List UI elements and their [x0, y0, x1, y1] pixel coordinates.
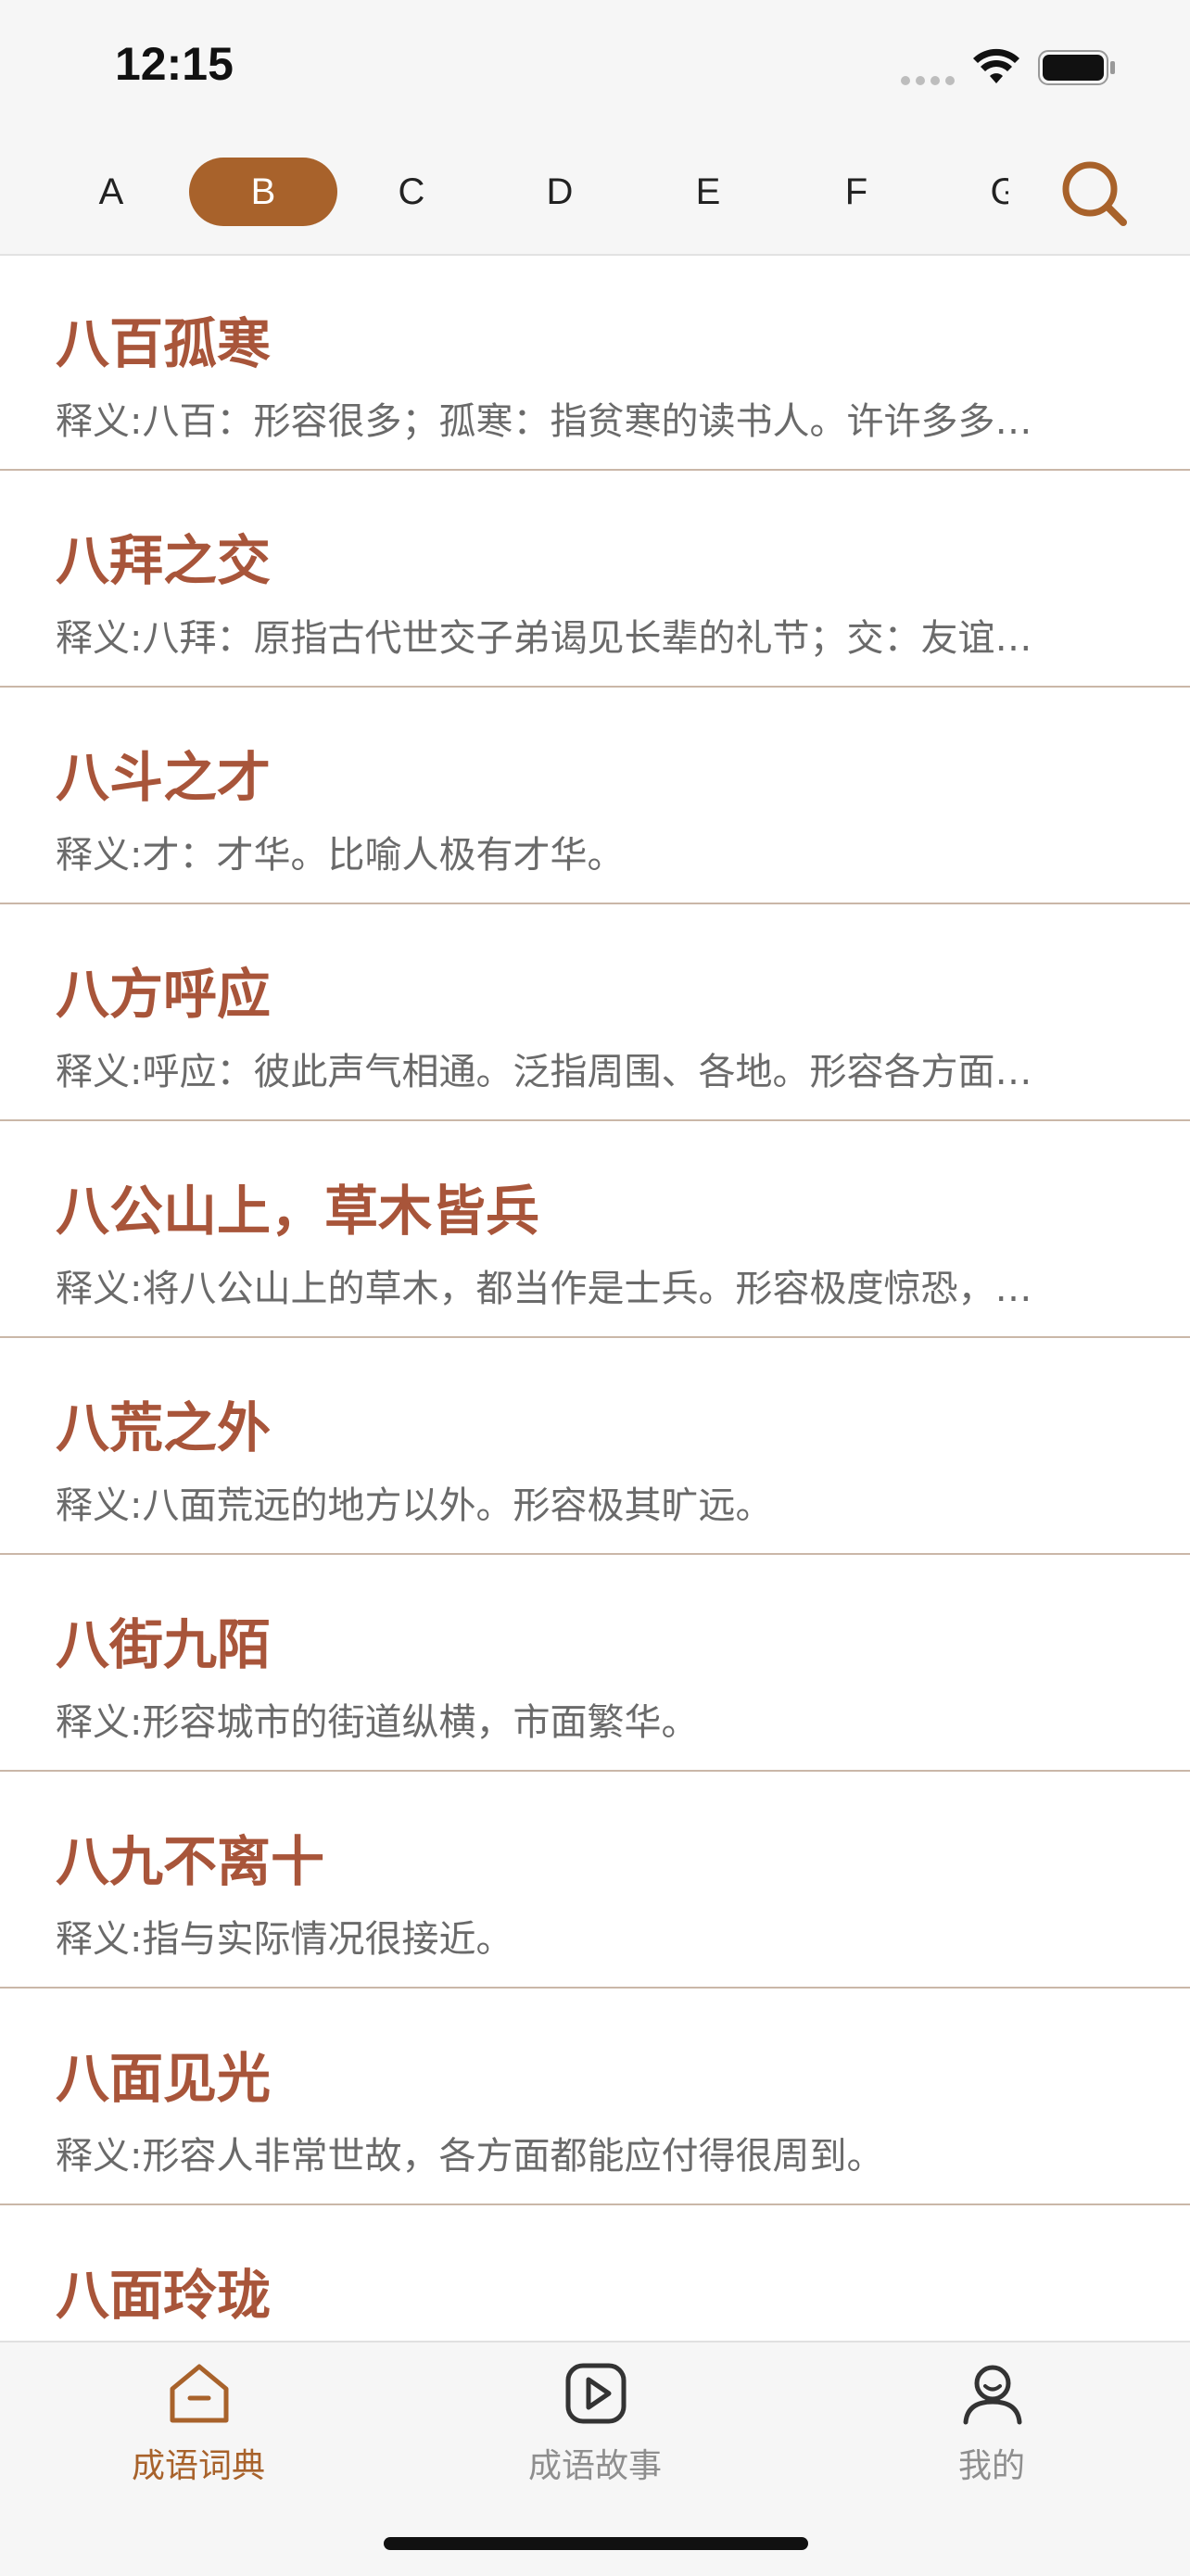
idiom-definition: 释义:将八公山上的草木，都当作是士兵。形容极度惊恐，… — [56, 1268, 1032, 1310]
idiom-title: 八面见光 — [56, 2047, 272, 2110]
alphabet-track: A B C D E F G — [37, 158, 1008, 226]
tab-mine[interactable]: 我的 — [793, 2342, 1190, 2491]
idiom-title: 八公山上，草木皆兵 — [56, 1180, 540, 1243]
idiom-title: 八面玲珑 — [56, 2264, 272, 2327]
idiom-definition: 释义:八百：形容很多；孤寒：指贫寒的读书人。许许多多… — [56, 400, 1032, 443]
idiom-definition: 释义:八面荒远的地方以外。形容极其旷远。 — [56, 1484, 773, 1527]
status-time: 12:15 — [115, 38, 234, 90]
home-icon — [170, 2364, 229, 2423]
battery-icon — [1038, 50, 1115, 85]
alpha-tab-f[interactable]: F — [782, 158, 930, 226]
idiom-definition: 释义:形容城市的街道纵横，市面繁华。 — [56, 1701, 699, 1744]
user-icon — [963, 2365, 1022, 2425]
list-item[interactable]: 八面玲珑 — [0, 2207, 1190, 2341]
alpha-tab-c[interactable]: C — [337, 158, 486, 226]
list-item[interactable]: 八斗之才 释义:才：才华。比喻人极有才华。 — [0, 689, 1190, 904]
list-item[interactable]: 八街九陌 释义:形容城市的街道纵横，市面繁华。 — [0, 1557, 1190, 1772]
tab-label: 成语故事 — [527, 2447, 662, 2485]
tab-label: 成语词典 — [131, 2447, 265, 2485]
list-item[interactable]: 八荒之外 释义:八面荒远的地方以外。形容极其旷远。 — [0, 1340, 1190, 1555]
play-icon — [565, 2363, 627, 2424]
list-item[interactable]: 八方呼应 释义:呼应：彼此声气相通。泛指周围、各地。形容各方面… — [0, 906, 1190, 1121]
list-item[interactable]: 八百孤寒 释义:八百：形容很多；孤寒：指贫寒的读书人。许许多多… — [0, 256, 1190, 471]
alpha-tab-g[interactable]: G — [930, 158, 1008, 226]
alphabet-bar: A B C D E F G — [0, 130, 1190, 256]
wifi-icon — [973, 48, 1019, 83]
idiom-title: 八九不离十 — [56, 1830, 325, 1893]
alpha-tab-e[interactable]: E — [634, 158, 782, 226]
idiom-definition: 释义:呼应：彼此声气相通。泛指周围、各地。形容各方面… — [56, 1051, 1032, 1093]
status-bar: 12:15 — [0, 0, 1190, 130]
idiom-title: 八方呼应 — [56, 963, 272, 1026]
tab-stories[interactable]: 成语故事 — [397, 2342, 793, 2491]
idiom-title: 八街九陌 — [56, 1613, 272, 1676]
idiom-title: 八拜之交 — [56, 529, 272, 592]
alpha-tab-b[interactable]: B — [189, 158, 337, 226]
tab-dictionary[interactable]: 成语词典 — [0, 2342, 397, 2491]
idiom-title: 八斗之才 — [56, 746, 272, 809]
idiom-title: 八荒之外 — [56, 1396, 272, 1459]
list-item[interactable]: 八拜之交 释义:八拜：原指古代世交子弟谒见长辈的礼节；交：友谊… — [0, 473, 1190, 688]
idiom-title: 八百孤寒 — [56, 312, 272, 375]
list-item[interactable]: 八九不离十 释义:指与实际情况很接近。 — [0, 1774, 1190, 1989]
idiom-definition: 释义:指与实际情况很接近。 — [56, 1918, 513, 1961]
signal-icon — [901, 76, 955, 85]
search-icon[interactable] — [1057, 156, 1131, 230]
alpha-tab-d[interactable]: D — [486, 158, 634, 226]
alpha-tab-a[interactable]: A — [37, 158, 185, 226]
list-item[interactable]: 八面见光 释义:形容人非常世故，各方面都能应付得很周到。 — [0, 1990, 1190, 2205]
list-item[interactable]: 八公山上，草木皆兵 释义:将八公山上的草木，都当作是士兵。形容极度惊恐，… — [0, 1123, 1190, 1338]
idiom-definition: 释义:形容人非常世故，各方面都能应付得很周到。 — [56, 2135, 884, 2178]
home-indicator[interactable] — [384, 2537, 808, 2550]
idiom-definition: 释义:八拜：原指古代世交子弟谒见长辈的礼节；交：友谊… — [56, 617, 1032, 660]
idiom-list[interactable]: 八百孤寒 释义:八百：形容很多；孤寒：指贫寒的读书人。许许多多… 八拜之交 释义… — [0, 256, 1190, 2341]
tab-label: 我的 — [957, 2447, 1025, 2485]
idiom-definition: 释义:才：才华。比喻人极有才华。 — [56, 834, 625, 877]
